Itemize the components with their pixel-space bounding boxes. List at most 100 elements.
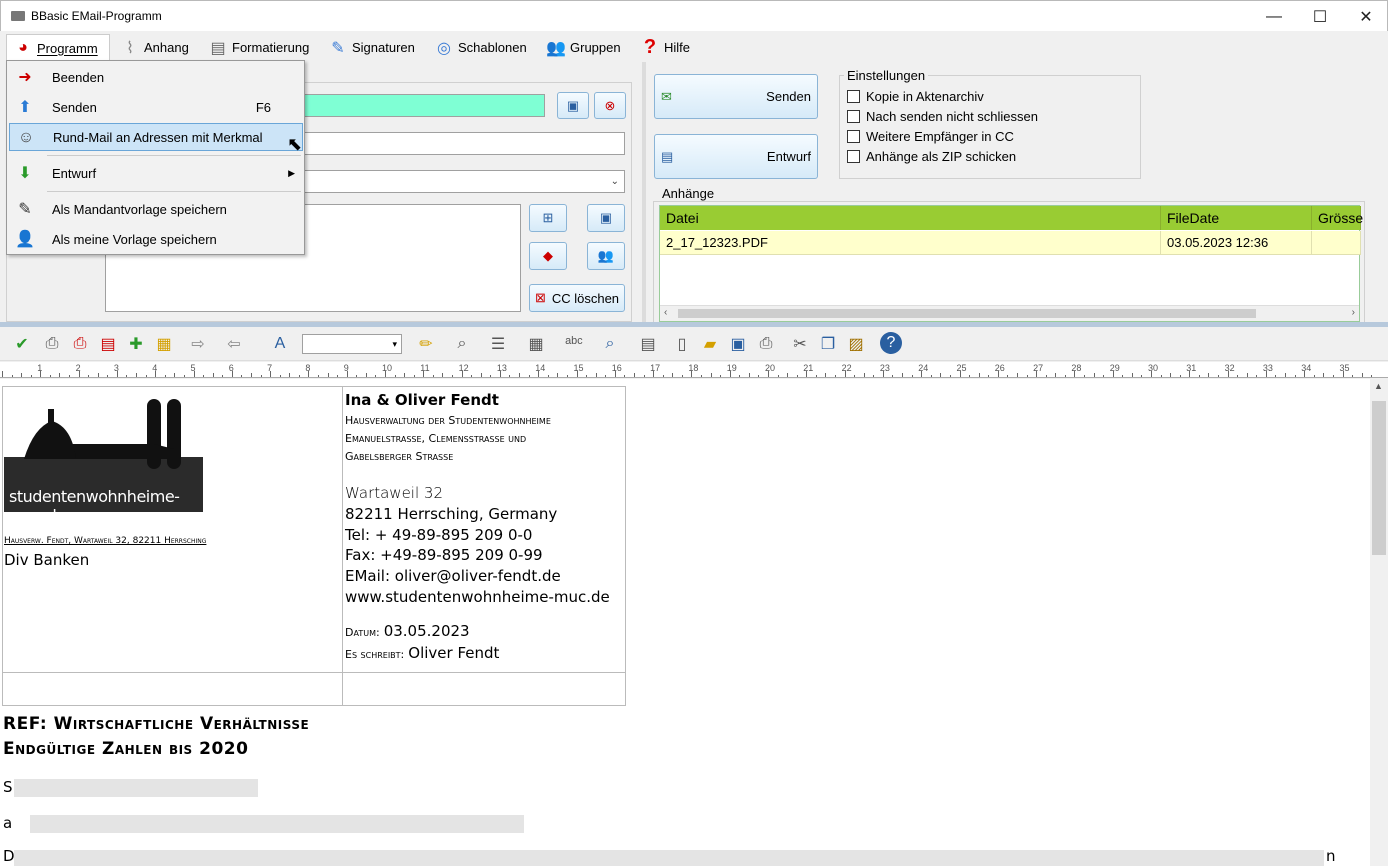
to-field[interactable] bbox=[300, 94, 545, 117]
menu-item-mandant-template[interactable]: ✎ Als Mandantvorlage speichern bbox=[9, 195, 303, 223]
ruler-tick bbox=[710, 373, 712, 377]
paste-icon[interactable]: ▨ bbox=[844, 332, 868, 356]
attachment-date[interactable]: 03.05.2023 12:36 bbox=[1161, 231, 1312, 255]
ruler-tick bbox=[337, 375, 339, 377]
pen-icon[interactable]: ✏ bbox=[414, 332, 438, 356]
open-folder-icon[interactable]: ▰ bbox=[698, 332, 722, 356]
print-preview-icon[interactable]: ⎙ bbox=[40, 332, 64, 356]
template-select[interactable]: ⌄ bbox=[300, 170, 625, 193]
email: EMail: oliver@oliver-fendt.de bbox=[345, 567, 561, 585]
redacted-text bbox=[30, 815, 524, 833]
ruler-tick bbox=[777, 375, 779, 377]
close-button[interactable]: ✕ bbox=[1343, 1, 1388, 32]
cut-icon[interactable]: ✂ bbox=[788, 332, 812, 356]
import-icon[interactable]: ⇨ bbox=[186, 332, 210, 356]
menu-anhang[interactable]: ⌇ Anhang bbox=[114, 34, 195, 61]
add-document-icon[interactable]: ✚ bbox=[124, 332, 148, 356]
ruler-tick bbox=[289, 373, 291, 377]
style-icon[interactable]: A bbox=[268, 332, 292, 356]
pdf-icon[interactable]: ▤ bbox=[96, 332, 120, 356]
attachment-size[interactable] bbox=[1312, 231, 1361, 255]
subject-field[interactable] bbox=[300, 132, 625, 155]
column-header-file[interactable]: Datei bbox=[660, 206, 1161, 230]
body-text-start: a bbox=[3, 814, 13, 832]
page-layout-icon[interactable]: ▤ bbox=[636, 332, 660, 356]
zip-icon[interactable]: ▦ bbox=[152, 332, 176, 356]
addressbook-button[interactable]: ▣ bbox=[557, 92, 589, 119]
menu-item-rundmail[interactable]: ☺ Rund-Mail an Adressen mit Merkmal bbox=[9, 123, 303, 151]
draft-button[interactable]: ▤ Entwurf bbox=[654, 134, 818, 179]
save-icon[interactable]: ▣ bbox=[726, 332, 750, 356]
column-header-date[interactable]: FileDate bbox=[1161, 206, 1312, 230]
new-document-icon[interactable]: ▯ bbox=[670, 332, 694, 356]
scrollbar-thumb[interactable] bbox=[678, 309, 1256, 318]
document-editor[interactable]: studentenwohnheime-muc.de Hausverw. Fend… bbox=[0, 379, 1370, 866]
menu-signaturen[interactable]: ✎ Signaturen bbox=[322, 34, 421, 61]
cc-add-button[interactable]: ⊞ bbox=[529, 204, 567, 232]
ruler-tick bbox=[825, 373, 827, 377]
copy-icon[interactable]: ❐ bbox=[816, 332, 840, 356]
style-select[interactable]: ▾ bbox=[302, 334, 402, 354]
ruler-number: 26 bbox=[994, 363, 1005, 373]
zoom-icon[interactable]: ⌕ bbox=[450, 332, 474, 356]
ruler-tick bbox=[1313, 375, 1315, 377]
horizontal-scrollbar[interactable]: ‹ › bbox=[660, 305, 1359, 321]
checkbox[interactable] bbox=[847, 149, 860, 163]
ruler-number: 34 bbox=[1301, 363, 1312, 373]
option-keep-open[interactable]: Nach senden nicht schliessen bbox=[847, 106, 1038, 126]
ruler-tick bbox=[480, 373, 482, 377]
option-cc-recipients[interactable]: Weitere Empfänger in CC bbox=[847, 126, 1014, 146]
menu-gruppen[interactable]: 👥 Gruppen bbox=[540, 34, 627, 61]
print-help-icon[interactable]: ⎙ bbox=[68, 332, 92, 356]
remove-recipient-button[interactable]: ⊗ bbox=[594, 92, 626, 119]
checkbox[interactable] bbox=[847, 89, 860, 103]
ruler-tick bbox=[30, 375, 32, 377]
writer-line: Es schreibt: Oliver Fendt bbox=[345, 644, 500, 662]
print-icon[interactable]: ⎙ bbox=[754, 332, 778, 356]
scroll-up-icon[interactable]: ▲ bbox=[1374, 381, 1383, 391]
menu-item-senden[interactable]: ⬆ Senden F6 bbox=[9, 93, 303, 121]
scrollbar-thumb[interactable] bbox=[1372, 401, 1386, 555]
table-icon[interactable]: ▦ bbox=[524, 332, 548, 356]
option-archive-copy[interactable]: Kopie in Aktenarchiv bbox=[847, 86, 984, 106]
attachments-table: Datei FileDate Grösse 2_17_12323.PDF 03.… bbox=[659, 205, 1363, 322]
cc-users-button[interactable]: 👥 bbox=[587, 242, 625, 270]
format-icon: ▤ bbox=[210, 39, 226, 57]
minimize-button[interactable]: — bbox=[1251, 1, 1297, 32]
template-icon: ◎ bbox=[437, 39, 451, 57]
menu-item-beenden[interactable]: ➜ Beenden bbox=[9, 63, 303, 91]
menu-formatierung[interactable]: ▤ Formatierung bbox=[202, 34, 315, 61]
menu-item-entwurf[interactable]: ⬇ Entwurf ▶ bbox=[9, 159, 303, 187]
chevron-down-icon: ⌄ bbox=[610, 176, 619, 187]
menu-hilfe[interactable]: ? Hilfe bbox=[634, 34, 696, 61]
check-icon[interactable]: ✔ bbox=[10, 332, 34, 356]
scroll-right-icon[interactable]: › bbox=[1352, 307, 1355, 318]
spellcheck-icon[interactable]: ᵃᵇᶜ bbox=[562, 332, 586, 356]
paragraph-icon[interactable]: ☰ bbox=[486, 332, 510, 356]
ruler-tick bbox=[1218, 375, 1220, 377]
search-icon[interactable]: ⌕ bbox=[598, 332, 622, 356]
menu-schablonen[interactable]: ◎ Schablonen bbox=[428, 34, 533, 61]
vertical-scrollbar[interactable]: ▲ bbox=[1370, 379, 1388, 866]
checkbox[interactable] bbox=[847, 129, 860, 143]
cc-group-button[interactable]: ◆ bbox=[529, 242, 567, 270]
column-header-size[interactable]: Grösse bbox=[1312, 206, 1363, 230]
export-icon[interactable]: ⇦ bbox=[222, 332, 246, 356]
addressbook-icon: ▣ bbox=[599, 210, 613, 225]
menu-programm[interactable]: ◕ Programm bbox=[6, 34, 110, 61]
checkbox[interactable] bbox=[847, 109, 860, 123]
send-button[interactable]: ✉ Senden bbox=[654, 74, 818, 119]
cc-clear-button[interactable]: ⊠ CC löschen bbox=[529, 284, 625, 312]
ruler-tick bbox=[519, 373, 521, 377]
maximize-button[interactable]: ☐ bbox=[1297, 1, 1343, 32]
scroll-left-icon[interactable]: ‹ bbox=[664, 307, 667, 318]
title-bar: BBasic EMail-Programm — ☐ ✕ bbox=[0, 0, 1388, 31]
ruler-tick bbox=[1122, 375, 1124, 377]
ruler-number: 8 bbox=[305, 363, 311, 373]
vertical-splitter[interactable] bbox=[642, 62, 646, 324]
help-icon[interactable]: ? bbox=[880, 332, 902, 354]
attachment-file[interactable]: 2_17_12323.PDF bbox=[660, 231, 1161, 255]
cc-book-button[interactable]: ▣ bbox=[587, 204, 625, 232]
option-zip-attachments[interactable]: Anhänge als ZIP schicken bbox=[847, 146, 1016, 166]
menu-item-my-template[interactable]: 👤 Als meine Vorlage speichern bbox=[9, 225, 303, 253]
